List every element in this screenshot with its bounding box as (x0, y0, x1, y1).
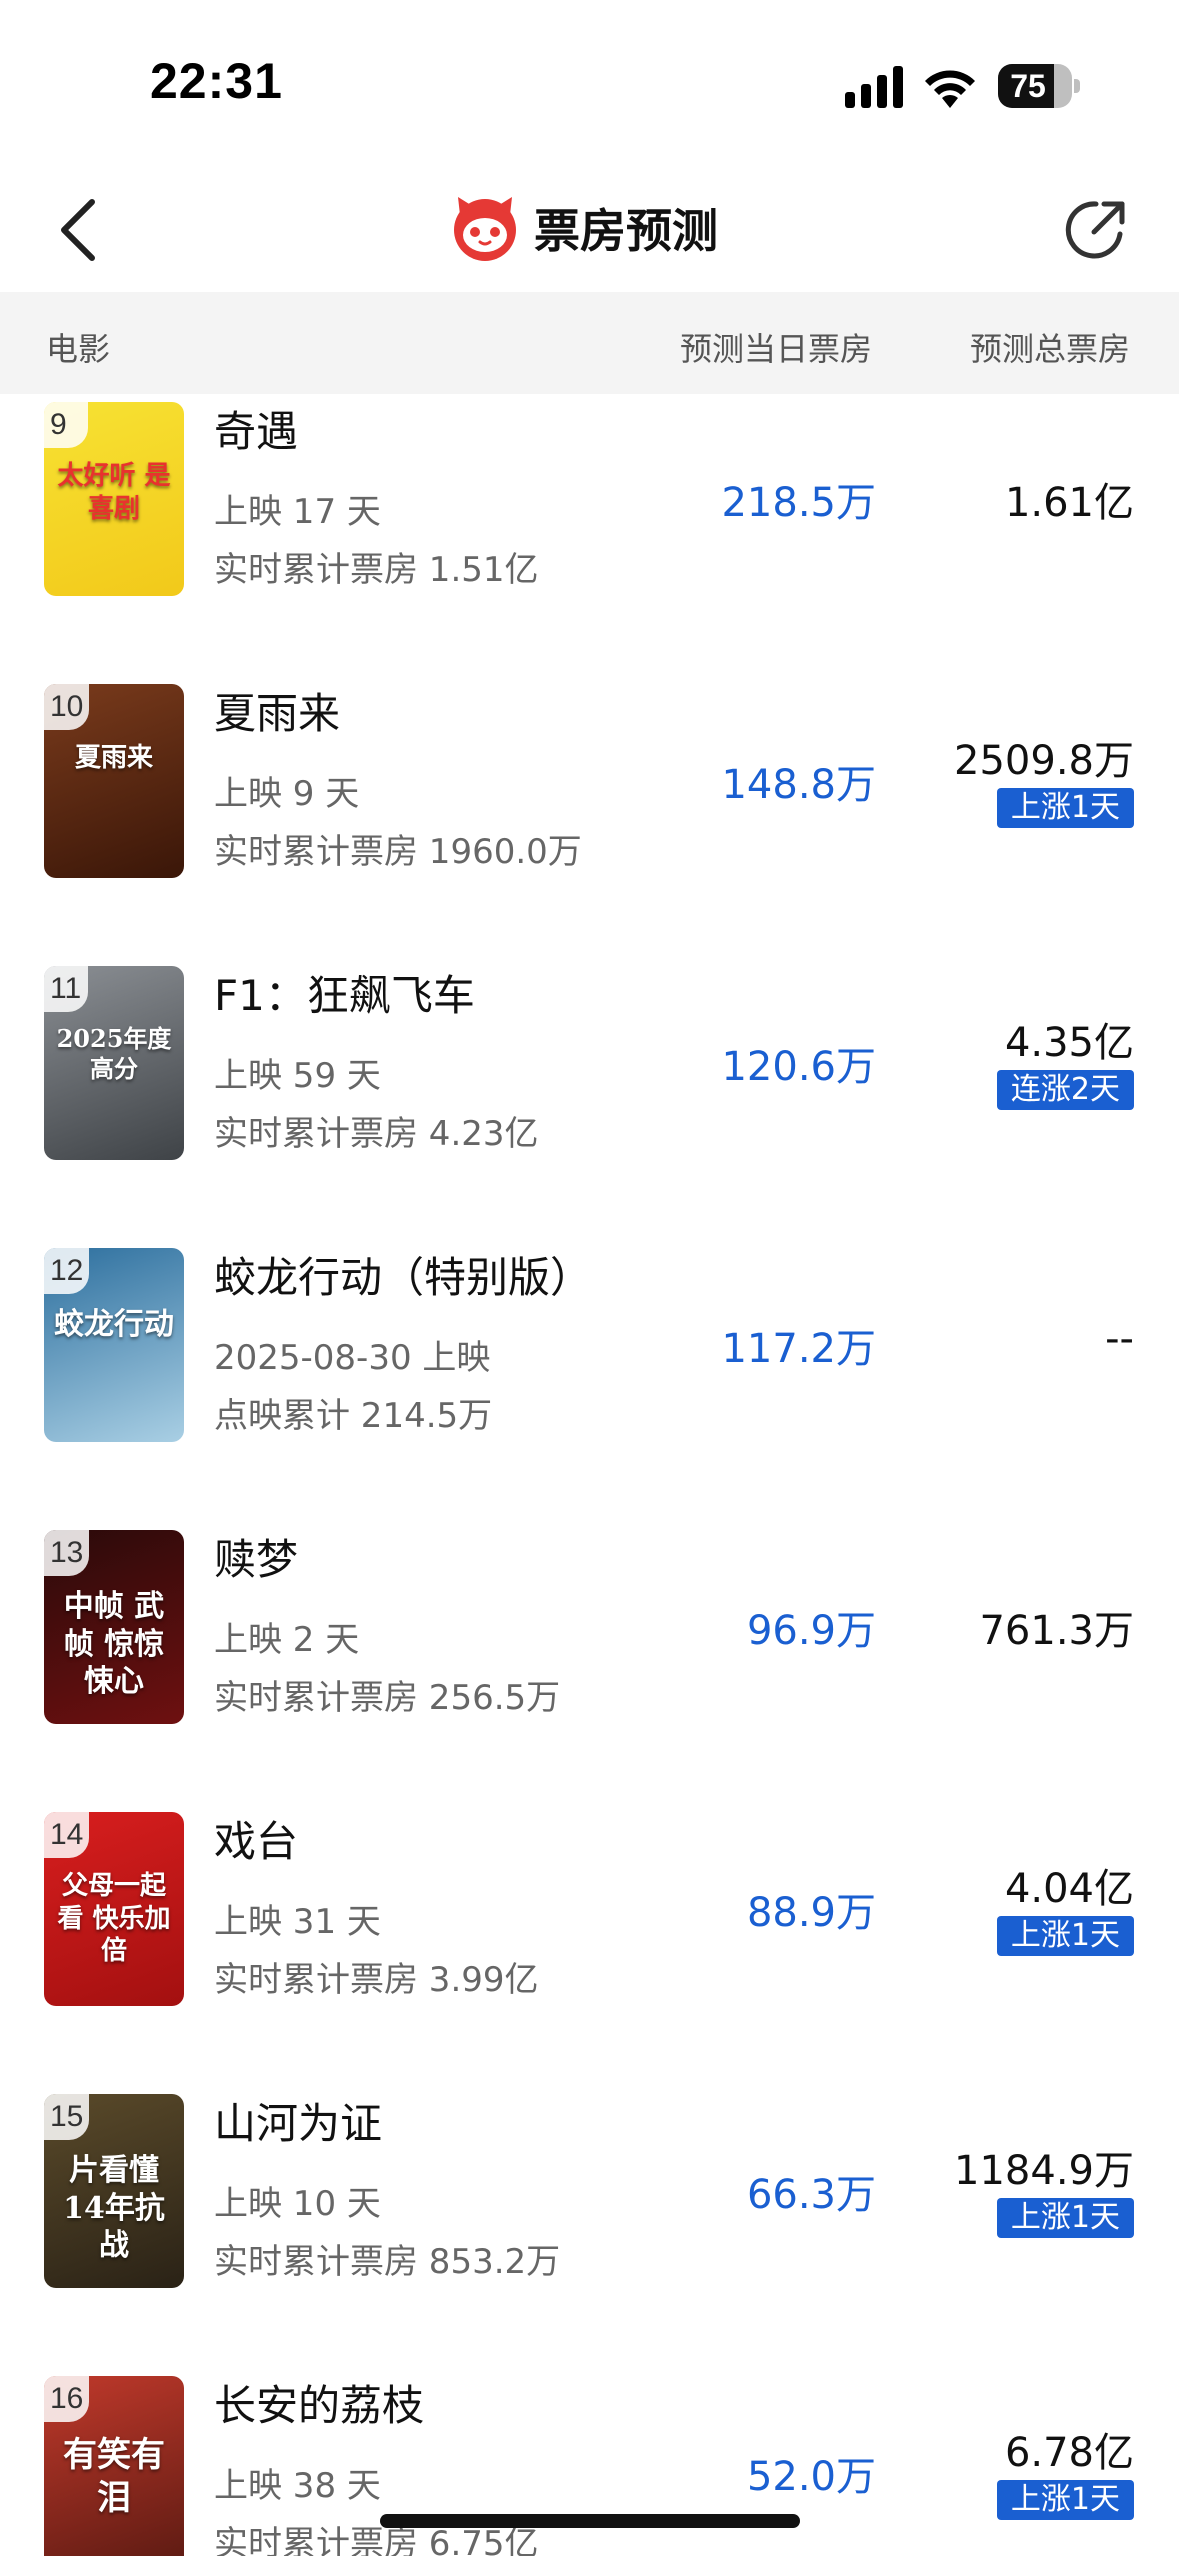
poster-caption: 父母一起看 快乐加倍 (57, 1871, 171, 1966)
poster-caption: 中帧 武帧 惊惊 悚心 (63, 1589, 165, 1699)
movie-row[interactable]: 父母一起看 快乐加倍 14 戏台上映 31 天实时累计票房 3.99亿 88.9万 4.… (0, 1796, 1179, 2078)
movie-title[interactable]: 夏雨来 (214, 680, 340, 741)
column-total-forecast[interactable]: 预测总票房 (970, 324, 1130, 370)
movie-row[interactable]: 2025年度 高分 11 F1：狂飙飞车上映 59 天实时累计票房 4.23亿 120… (0, 950, 1179, 1232)
movie-poster[interactable]: 父母一起看 快乐加倍 14 (44, 1812, 184, 2006)
movie-list: 太好听 是喜剧 9 奇遇上映 17 天实时累计票房 1.51亿 218.5万 1.61亿… (0, 394, 1179, 2556)
release-info: 上映 17 天 (214, 492, 381, 532)
rank-badge: 13 (44, 1530, 90, 1576)
poster-caption: 夏雨来 (74, 743, 153, 773)
movie-row[interactable]: 夏雨来 10 夏雨来上映 9 天实时累计票房 1960.0万 148.8万 2509.8… (0, 668, 1179, 950)
trend-badge: 上涨1天 (996, 2480, 1134, 2520)
movie-title[interactable]: 戏台 (214, 1808, 298, 1869)
movie-title[interactable]: 赎梦 (214, 1526, 298, 1587)
page-title: 票房预测 (534, 204, 718, 258)
total-forecast-value: 6.78亿 (1004, 2430, 1134, 2476)
trend-badge: 上涨1天 (996, 2198, 1134, 2238)
cumulative-box-office: 实时累计票房 3.99亿 (214, 1960, 539, 2000)
cumulative-box-office: 实时累计票房 1.51亿 (214, 550, 539, 590)
today-forecast-value: 66.3万 (746, 2172, 876, 2218)
release-info: 上映 31 天 (214, 1902, 381, 1942)
movie-title[interactable]: 山河为证 (214, 2090, 382, 2151)
trend-badge: 上涨1天 (996, 788, 1134, 828)
today-forecast-value: 117.2万 (721, 1326, 876, 1372)
battery-level: 75 (1010, 68, 1046, 104)
total-forecast-value: 2509.8万 (954, 738, 1134, 784)
battery-body: 75 (998, 64, 1072, 108)
battery-cap (1074, 79, 1080, 93)
poster-caption: 片看懂 14年抗战 (63, 2153, 165, 2263)
today-forecast-value: 52.0万 (746, 2454, 876, 2500)
trend-badge: 上涨1天 (996, 1916, 1134, 1956)
movie-row[interactable]: 蛟龙行动 12 蛟龙行动（特别版） 2025-08-30 上映 点映累计 214.5万 1… (0, 1232, 1179, 1514)
maoyan-cat-logo-icon (454, 197, 516, 261)
total-forecast-value: -- (1105, 1316, 1134, 1362)
share-icon (1065, 201, 1125, 259)
total-forecast-value: 761.3万 (979, 1608, 1134, 1654)
release-info: 2025-08-30 上映 (214, 1338, 491, 1378)
trend-badge: 连涨2天 (996, 1070, 1134, 1110)
cellular-signal-icon (845, 66, 903, 108)
status-time: 22:31 (150, 53, 283, 109)
rank-badge: 9 (44, 402, 88, 448)
total-forecast-value: 1.61亿 (1004, 480, 1134, 526)
column-header: 电影 预测当日票房 预测总票房 (0, 292, 1179, 394)
total-forecast-value: 1184.9万 (954, 2148, 1134, 2194)
cumulative-box-office: 实时累计票房 1960.0万 (214, 832, 582, 872)
movie-poster[interactable]: 2025年度 高分 11 (44, 966, 184, 1160)
cumulative-box-office: 点映累计 214.5万 (214, 1396, 493, 1436)
poster-caption: 蛟龙行动 (54, 1307, 174, 1342)
chevron-left-icon (61, 199, 95, 261)
poster-caption: 2025年度 高分 (56, 1024, 172, 1083)
today-forecast-value: 218.5万 (721, 480, 876, 526)
release-info: 上映 38 天 (214, 2466, 381, 2506)
rank-badge: 10 (44, 684, 90, 730)
release-info: 上映 10 天 (214, 2184, 381, 2224)
movie-poster[interactable]: 中帧 武帧 惊惊 悚心 13 (44, 1530, 184, 1724)
wifi-icon (925, 70, 975, 108)
cumulative-box-office: 实时累计票房 4.23亿 (214, 1114, 539, 1154)
rank-badge: 16 (44, 2376, 90, 2422)
nav-title-group: 票房预测 (450, 190, 718, 266)
movie-poster[interactable]: 夏雨来 10 (44, 684, 184, 878)
poster-caption: 太好听 是喜剧 (57, 461, 171, 524)
rank-badge: 11 (44, 966, 88, 1012)
total-forecast-value: 4.04亿 (1004, 1866, 1134, 1912)
battery-indicator: 75 (998, 64, 1080, 108)
poster-caption: 有笑有泪 (63, 2435, 165, 2518)
movie-row[interactable]: 太好听 是喜剧 9 奇遇上映 17 天实时累计票房 1.51亿 218.5万 1.61亿 (0, 394, 1179, 668)
movie-row[interactable]: 中帧 武帧 惊惊 悚心 13 赎梦上映 2 天实时累计票房 256.5万 96.9万 7… (0, 1514, 1179, 1796)
today-forecast-value: 148.8万 (721, 762, 876, 808)
rank-badge: 15 (44, 2094, 90, 2140)
movie-poster[interactable]: 太好听 是喜剧 9 (44, 402, 184, 596)
nav-header: 票房预测 (0, 170, 1179, 290)
today-forecast-value: 96.9万 (746, 1608, 876, 1654)
movie-title[interactable]: 奇遇 (214, 398, 298, 459)
column-movie: 电影 (46, 330, 111, 368)
share-button[interactable] (1060, 194, 1132, 266)
movie-row[interactable]: 片看懂 14年抗战 15 山河为证上映 10 天实时累计票房 853.2万 66.3万… (0, 2078, 1179, 2360)
back-button[interactable] (50, 192, 110, 268)
rank-badge: 12 (44, 1248, 90, 1294)
release-info: 上映 59 天 (214, 1056, 381, 1096)
movie-title[interactable]: 长安的荔枝 (214, 2372, 424, 2433)
total-forecast-value: 4.35亿 (1004, 1020, 1134, 1066)
rank-badge: 14 (44, 1812, 90, 1858)
home-indicator[interactable] (380, 2514, 800, 2528)
status-bar: 22:31 75 (0, 0, 1179, 170)
today-forecast-value: 88.9万 (746, 1890, 876, 1936)
release-info: 上映 2 天 (214, 1620, 360, 1660)
cumulative-box-office: 实时累计票房 853.2万 (214, 2242, 561, 2282)
movie-title[interactable]: 蛟龙行动（特别版） (214, 1244, 592, 1305)
cumulative-box-office: 实时累计票房 256.5万 (214, 1678, 561, 1718)
column-today-forecast[interactable]: 预测当日票房 (680, 324, 872, 370)
today-forecast-value: 120.6万 (721, 1044, 876, 1090)
movie-title[interactable]: F1：狂飙飞车 (214, 962, 475, 1023)
movie-poster[interactable]: 蛟龙行动 12 (44, 1248, 184, 1442)
movie-poster[interactable]: 片看懂 14年抗战 15 (44, 2094, 184, 2288)
release-info: 上映 9 天 (214, 774, 360, 814)
movie-poster[interactable]: 有笑有泪 16 (44, 2376, 184, 2556)
